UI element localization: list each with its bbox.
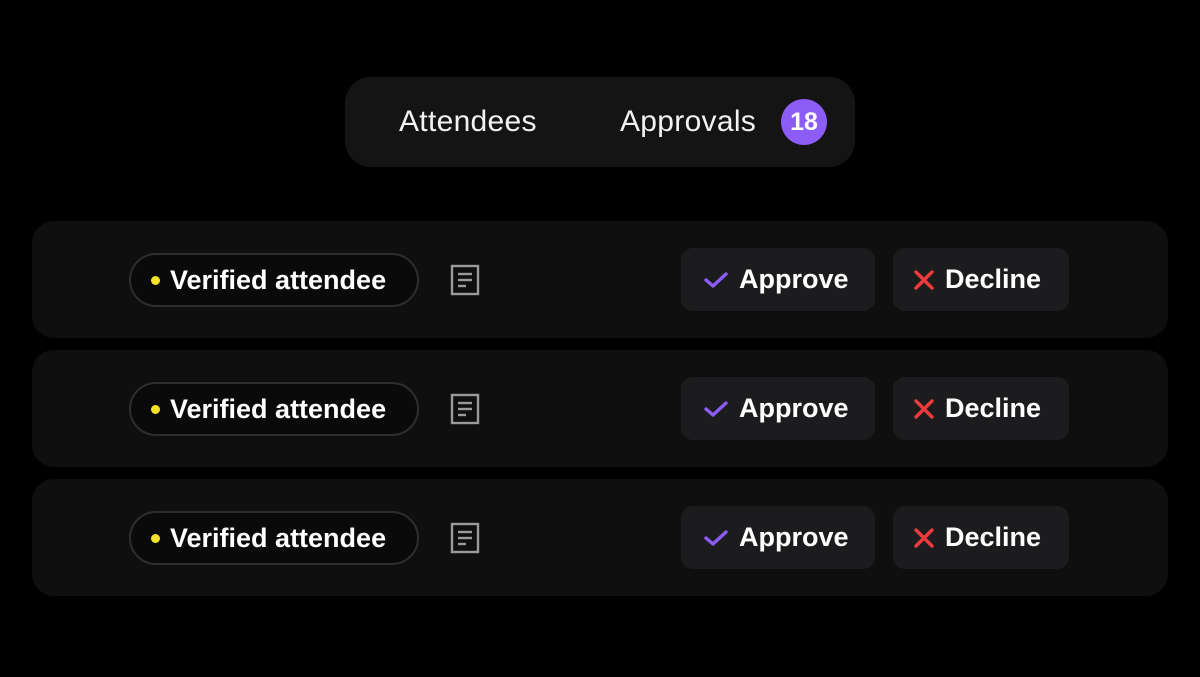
close-icon [914, 269, 934, 290]
tab-approvals[interactable]: Approvals [620, 77, 756, 167]
document-icon[interactable] [450, 522, 480, 554]
approval-row: Verified attendee Approve Decline [32, 350, 1168, 467]
check-icon [704, 529, 728, 546]
tab-bar: Attendees Approvals 18 [345, 77, 855, 167]
approve-button[interactable]: Approve [681, 248, 875, 311]
check-icon [704, 400, 728, 417]
approve-label: Approve [739, 522, 849, 552]
approve-button[interactable]: Approve [681, 377, 875, 440]
verified-dot-icon [151, 404, 160, 414]
approval-row: Verified attendee Approve Decline [32, 221, 1168, 338]
approve-button[interactable]: Approve [681, 506, 875, 569]
verified-dot-icon [151, 275, 160, 285]
decline-button[interactable]: Decline [893, 506, 1069, 569]
tab-attendees[interactable]: Attendees [399, 77, 537, 167]
decline-label: Decline [945, 264, 1042, 294]
verified-dot-icon [151, 533, 160, 543]
status-label: Verified attendee [170, 264, 387, 295]
approvals-count-badge: 18 [781, 99, 827, 145]
tab-attendees-label: Attendees [399, 105, 537, 138]
check-icon [704, 271, 728, 288]
status-badge: Verified attendee [129, 382, 419, 436]
approve-label: Approve [739, 264, 849, 294]
status-label: Verified attendee [170, 393, 387, 424]
decline-label: Decline [945, 393, 1042, 423]
approve-label: Approve [739, 393, 849, 423]
status-label: Verified attendee [170, 522, 387, 553]
tab-approvals-label: Approvals [620, 105, 757, 138]
approvals-panel: Attendees Approvals 18 Verified attendee… [0, 0, 1200, 677]
decline-button[interactable]: Decline [893, 377, 1069, 440]
document-icon[interactable] [450, 264, 480, 296]
decline-button[interactable]: Decline [893, 248, 1069, 311]
close-icon [914, 398, 934, 419]
status-badge: Verified attendee [129, 253, 419, 307]
approval-row: Verified attendee Approve Decline [32, 479, 1168, 596]
document-icon[interactable] [450, 393, 480, 425]
close-icon [914, 527, 934, 548]
decline-label: Decline [945, 522, 1042, 552]
status-badge: Verified attendee [129, 511, 419, 565]
